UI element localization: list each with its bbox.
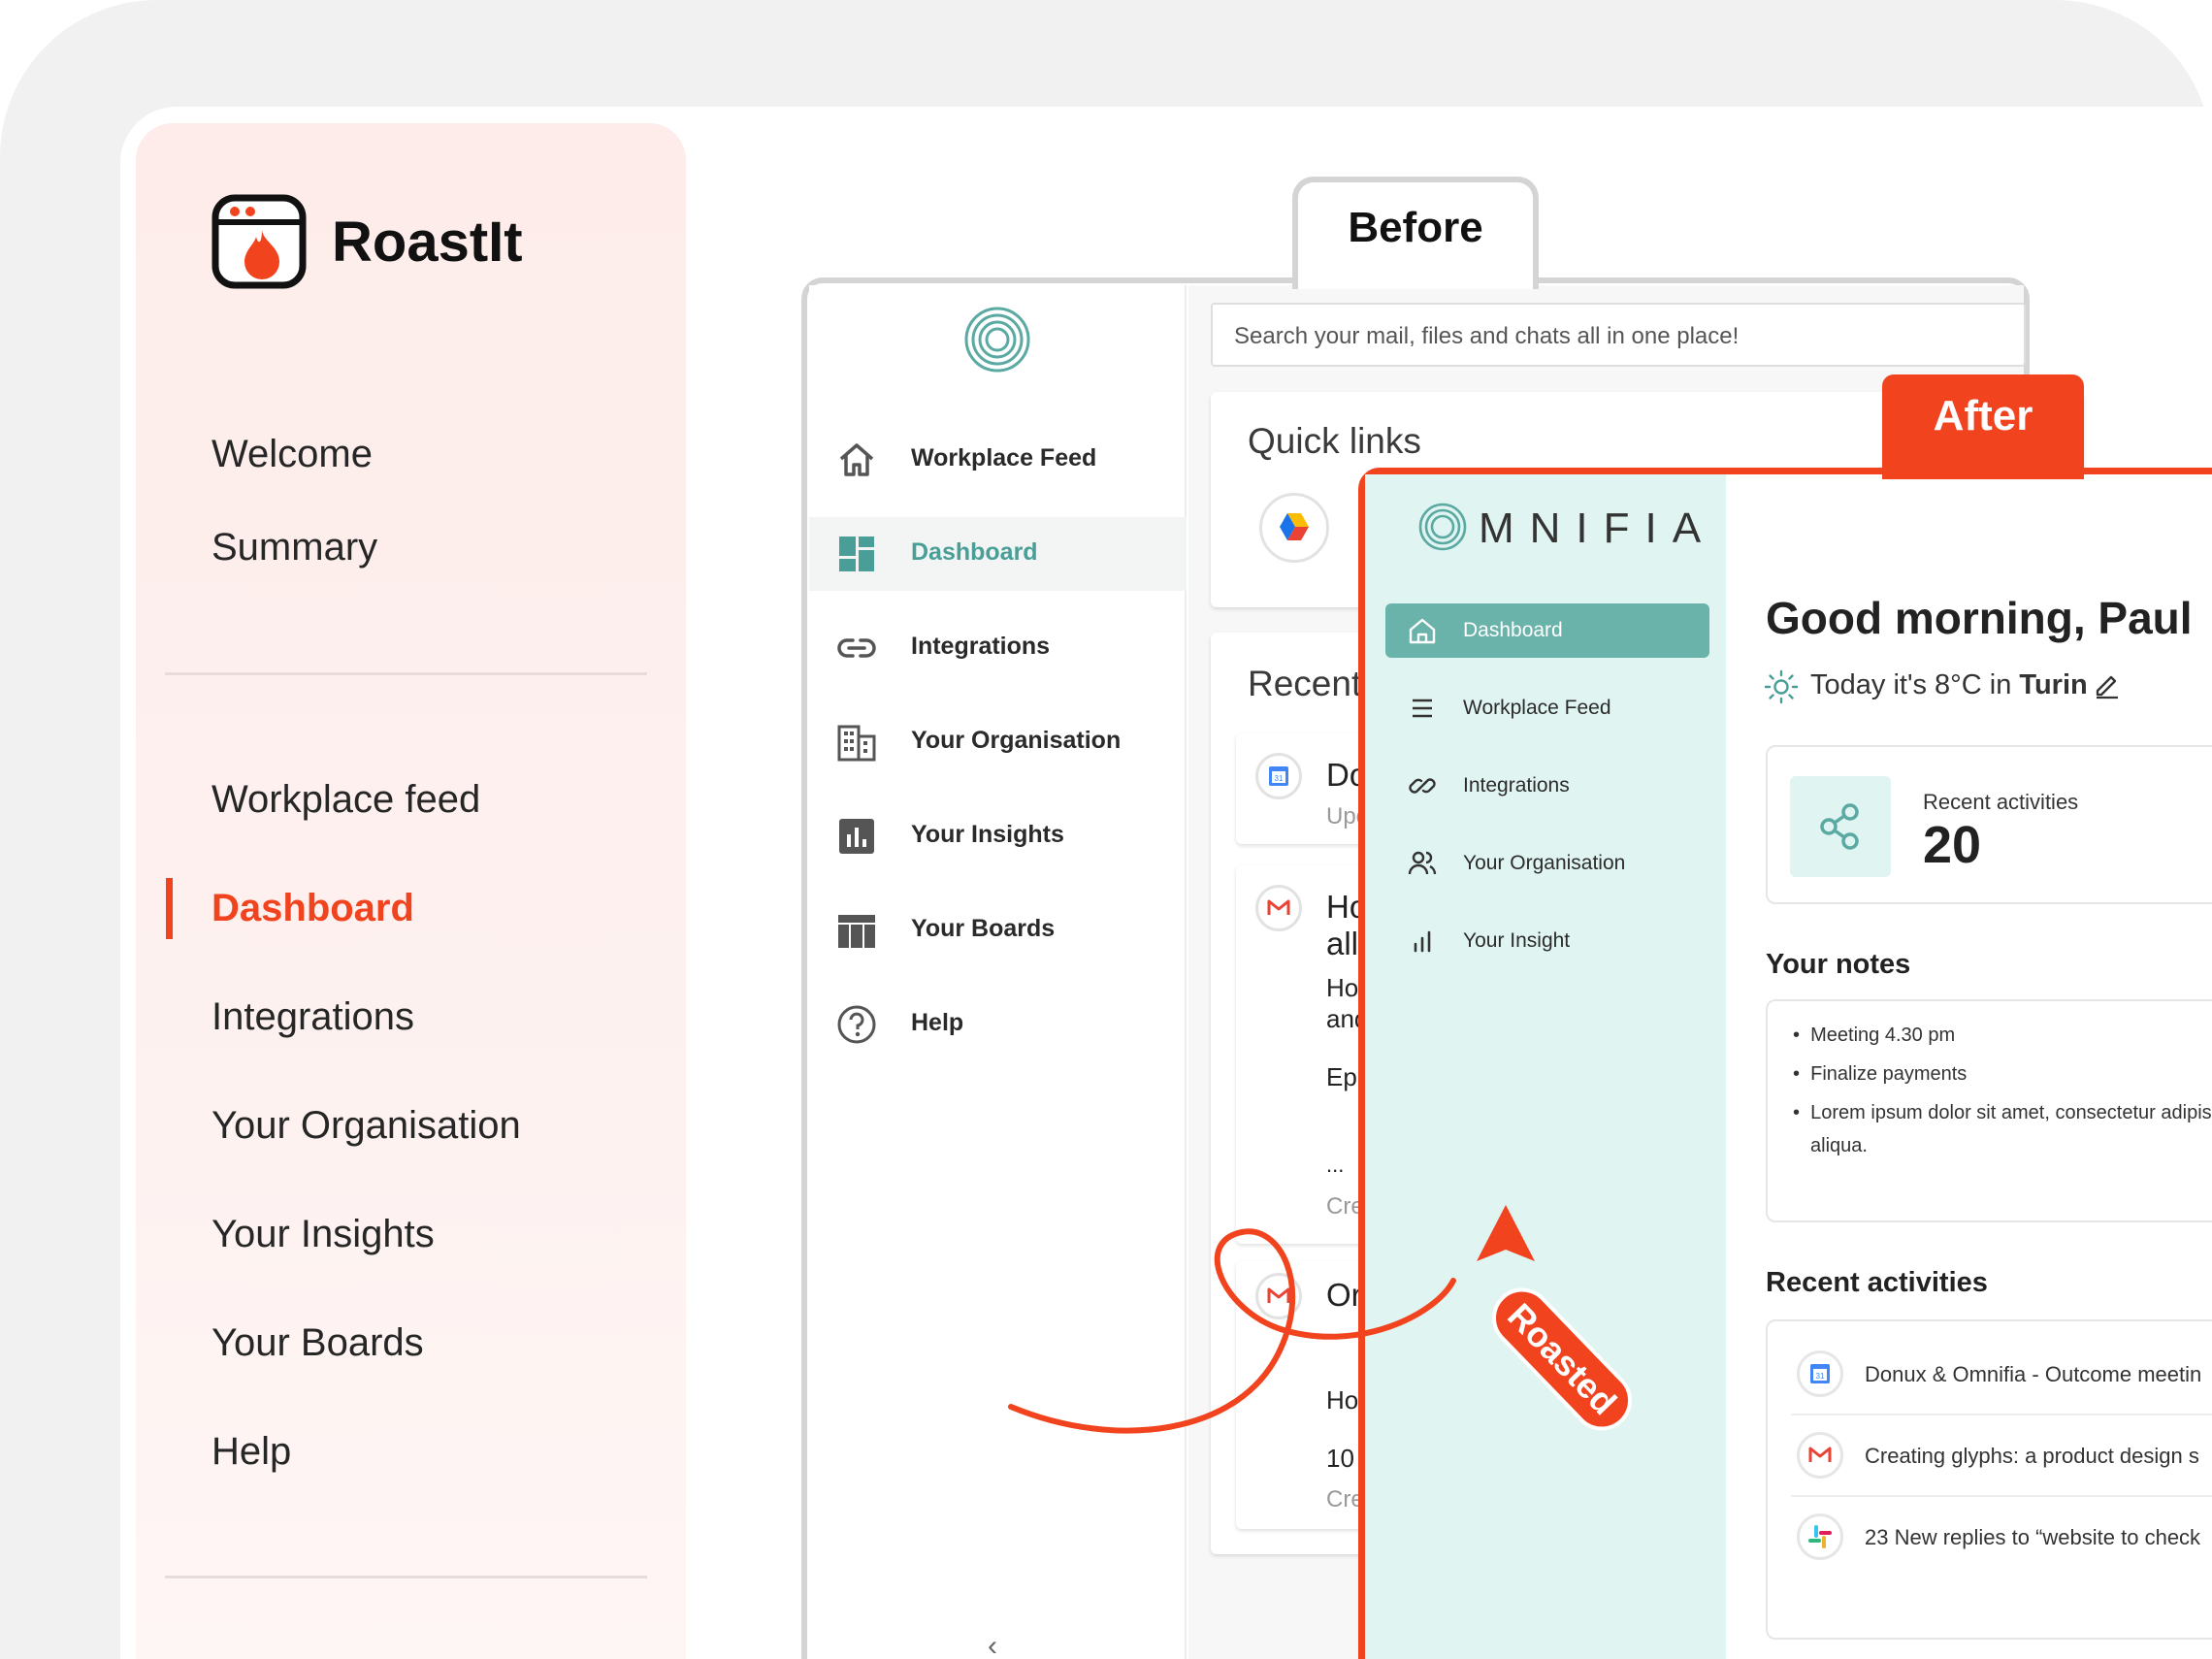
menu-lines-icon (1407, 693, 1438, 724)
nav-summary[interactable]: Summary (211, 526, 377, 569)
activity-item[interactable]: Donux & Omnifia - Outcome meetin (1865, 1362, 2201, 1387)
before-tab-label: Before (1348, 204, 1483, 251)
after-nav-dashboard[interactable]: Dashboard (1385, 603, 1709, 658)
brand-name: RoastIt (332, 211, 523, 274)
after-nav-workplace-feed[interactable]: Workplace Feed (1385, 681, 1709, 735)
after-nav-your-insight[interactable]: Your Insight (1385, 914, 1709, 968)
board-icon (835, 909, 878, 952)
calendar-icon: 31 (1255, 753, 1302, 799)
before-nav-your-boards[interactable]: Your Boards (809, 894, 1187, 967)
nav-dashboard[interactable]: Dashboard (211, 887, 414, 930)
note-item: • Meeting 4.30 pm (1793, 1025, 1956, 1046)
activity-item[interactable]: 23 New replies to “website to check (1865, 1525, 2200, 1550)
edit-pencil-icon[interactable] (2092, 669, 2123, 700)
quick-links-title: Quick links (1248, 421, 1421, 461)
dashboard-grid-icon (835, 533, 878, 575)
note-item: • Lorem ipsum dolor sit amet, consectetu… (1793, 1102, 2212, 1123)
activity-item[interactable]: Creating glyphs: a product design s (1865, 1444, 2199, 1469)
weather-text: Today it's 8°C in Turin (1810, 669, 2088, 700)
omnifia-logo-icon (1418, 503, 1467, 551)
active-indicator (166, 878, 173, 939)
note-item: • Finalize payments (1793, 1063, 1968, 1085)
after-nav-integrations[interactable]: Integrations (1385, 759, 1709, 813)
nav-help[interactable]: Help (211, 1430, 291, 1474)
sidebar-divider (165, 672, 647, 675)
before-logo-icon (963, 306, 1031, 374)
recent-title: Recent (1248, 664, 1362, 703)
nav-integrations[interactable]: Integrations (211, 995, 414, 1039)
bar-chart-icon (1407, 926, 1438, 957)
svg-text:31: 31 (1275, 774, 1284, 783)
after-nav-your-organisation[interactable]: Your Organisation (1385, 836, 1709, 891)
omnifia-logo-text: MNIFIA (1479, 504, 1717, 552)
bar-chart-icon (835, 815, 878, 858)
before-nav-help[interactable]: Help (809, 988, 1187, 1061)
activities-title: Recent activities (1766, 1267, 1988, 1298)
calendar-icon: 31 (1797, 1350, 1843, 1397)
home-icon (1407, 615, 1438, 646)
before-nav-dashboard[interactable]: Dashboard (809, 517, 1187, 591)
search-input[interactable]: Search your mail, files and chats all in… (1211, 303, 2026, 367)
nav-welcome[interactable]: Welcome (211, 433, 373, 476)
google-drive-icon (1280, 513, 1309, 540)
home-icon (835, 439, 878, 481)
link-icon (835, 627, 878, 669)
sidebar-divider-bottom (165, 1576, 647, 1578)
roastit-logo-icon (211, 194, 307, 289)
share-icon (1790, 776, 1891, 877)
google-drive-link[interactable] (1259, 493, 1329, 563)
before-nav-integrations[interactable]: Integrations (809, 611, 1187, 685)
nav-your-boards[interactable]: Your Boards (211, 1321, 424, 1365)
before-nav-your-organisation[interactable]: Your Organisation (809, 705, 1187, 779)
gmail-icon (1255, 885, 1302, 931)
help-circle-icon (835, 1003, 878, 1046)
collapse-chevron-icon[interactable]: ‹ (988, 1630, 997, 1659)
nav-your-organisation[interactable]: Your Organisation (211, 1104, 521, 1148)
before-nav-your-insights[interactable]: Your Insights (809, 799, 1187, 873)
sun-icon (1764, 669, 1799, 704)
before-nav-workplace-feed[interactable]: Workplace Feed (809, 423, 1187, 497)
after-tab-label: After (1933, 392, 2033, 439)
building-icon (835, 721, 878, 764)
svg-text:31: 31 (1816, 1372, 1825, 1381)
notes-title: Your notes (1766, 949, 1911, 980)
slack-icon (1797, 1513, 1843, 1560)
gmail-icon (1797, 1432, 1843, 1479)
arrow-head-icon (1477, 1205, 1535, 1261)
nav-your-insights[interactable]: Your Insights (211, 1213, 435, 1256)
stat-label: Recent activities (1923, 790, 2079, 814)
link-icon (1407, 770, 1438, 801)
greeting: Good morning, Paul (1766, 593, 2193, 643)
stat-value: 20 (1923, 816, 1982, 874)
note-continuation: aliqua. (1810, 1135, 1868, 1156)
people-icon (1407, 848, 1438, 879)
nav-workplace-feed[interactable]: Workplace feed (211, 778, 480, 822)
